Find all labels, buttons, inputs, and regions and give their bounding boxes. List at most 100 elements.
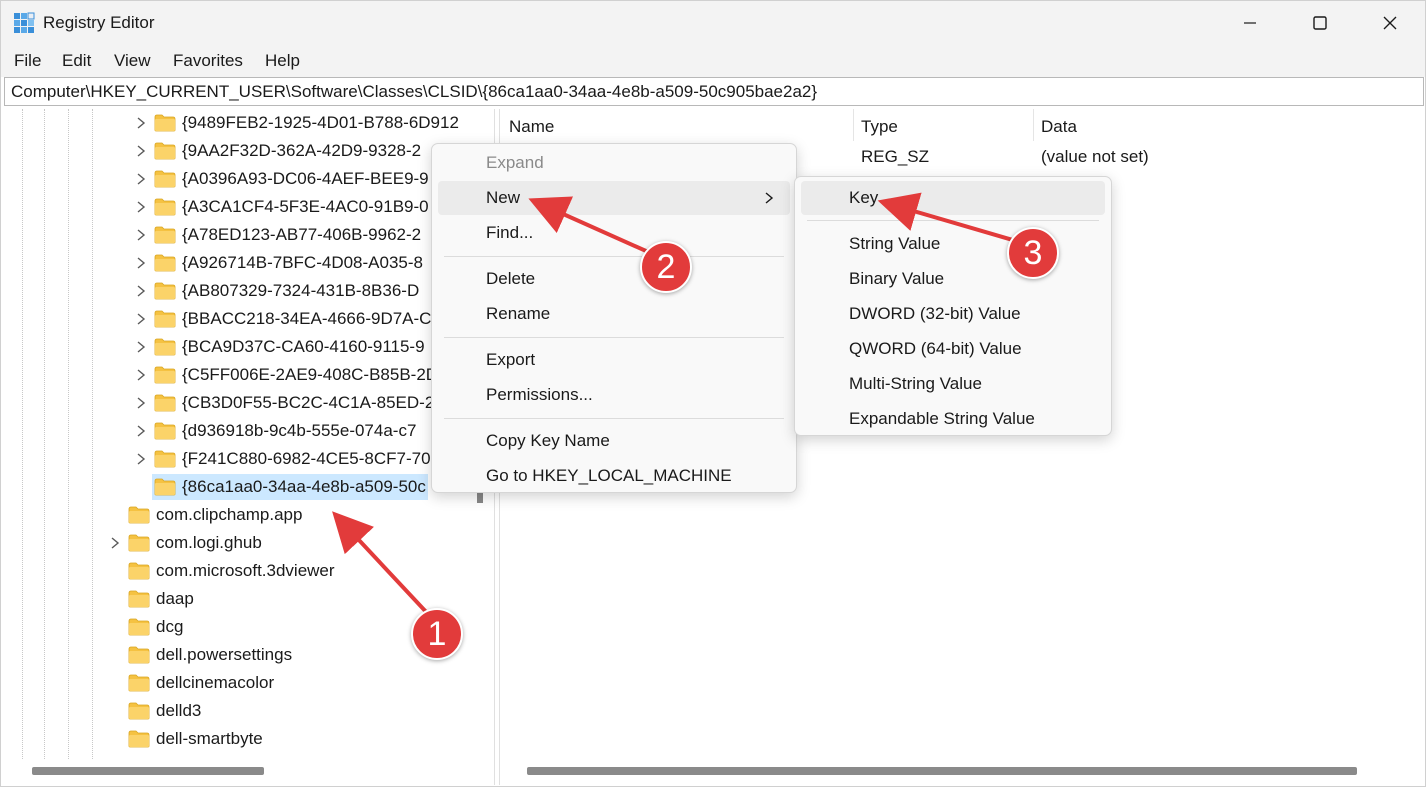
chevron-right-icon[interactable] xyxy=(130,368,152,382)
chevron-right-icon[interactable] xyxy=(130,452,152,466)
chevron-right-icon[interactable] xyxy=(130,144,152,158)
column-divider[interactable] xyxy=(1033,109,1034,141)
tree-item-content[interactable]: dellcinemacolor xyxy=(126,670,276,696)
tree-item[interactable]: {A3CA1CF4-5F3E-4AC0-91B9-0 xyxy=(130,193,431,221)
chevron-right-icon[interactable] xyxy=(130,284,152,298)
column-divider[interactable] xyxy=(853,109,854,141)
column-header-name[interactable]: Name xyxy=(503,115,554,143)
tree-item[interactable]: dellcinemacolor xyxy=(104,669,276,697)
tree-item[interactable]: {CB3D0F55-BC2C-4C1A-85ED-2 xyxy=(130,389,436,417)
tree-item-content[interactable]: {d936918b-9c4b-555e-074a-c7 xyxy=(152,418,418,444)
tree-item-content[interactable]: dell.powersettings xyxy=(126,642,294,668)
tree-item-content[interactable]: {9489FEB2-1925-4D01-B788-6D912 xyxy=(152,110,461,136)
submenu-string-value[interactable]: String Value xyxy=(801,227,1105,261)
tree-item-content[interactable]: {A926714B-7BFC-4D08-A035-8 xyxy=(152,250,425,276)
chevron-right-icon[interactable] xyxy=(130,116,152,130)
tree-item-content[interactable]: {A78ED123-AB77-406B-9962-2 xyxy=(152,222,423,248)
tree-item-content[interactable]: {CB3D0F55-BC2C-4C1A-85ED-2 xyxy=(152,390,436,416)
tree-item[interactable]: {A0396A93-DC06-4AEF-BEE9-9 xyxy=(130,165,431,193)
context-menu-permissions[interactable]: Permissions... xyxy=(438,378,790,412)
chevron-right-icon[interactable] xyxy=(130,340,152,354)
submenu-multistring-value[interactable]: Multi-String Value xyxy=(801,367,1105,401)
tree-item-content[interactable]: {BBACC218-34EA-4666-9D7A-C xyxy=(152,306,433,332)
tree-item[interactable]: dell-smartbyte xyxy=(104,725,265,753)
tree-item-content[interactable]: com.microsoft.3dviewer xyxy=(126,558,337,584)
context-menu-expand[interactable]: Expand xyxy=(438,146,790,180)
submenu-qword-value[interactable]: QWORD (64-bit) Value xyxy=(801,332,1105,366)
tree-item[interactable]: dcg xyxy=(104,613,185,641)
tree-item[interactable]: {BBACC218-34EA-4666-9D7A-C xyxy=(130,305,433,333)
values-horizontal-scroll-thumb[interactable] xyxy=(527,767,1357,775)
tree-item-content[interactable]: com.clipchamp.app xyxy=(126,502,304,528)
context-menu-export[interactable]: Export xyxy=(438,343,790,377)
chevron-right-icon[interactable] xyxy=(104,536,126,550)
tree-item-content[interactable]: {BCA9D37C-CA60-4160-9115-9 xyxy=(152,334,427,360)
tree-item[interactable]: delld3 xyxy=(104,697,203,725)
menu-favorites[interactable]: Favorites xyxy=(173,51,243,71)
tree-item[interactable]: daap xyxy=(104,585,196,613)
tree-item[interactable]: {C5FF006E-2AE9-408C-B85B-2D xyxy=(130,361,440,389)
tree-item-content[interactable]: dell-smartbyte xyxy=(126,726,265,752)
value-data-cell[interactable]: (value not set) xyxy=(1041,147,1149,167)
tree-item-content[interactable]: com.logi.ghub xyxy=(126,530,264,556)
tree-item[interactable]: {AB807329-7324-431B-8B36-D xyxy=(130,277,421,305)
tree-item-label: {AB807329-7324-431B-8B36-D xyxy=(182,281,420,300)
context-menu-find[interactable]: Find... xyxy=(438,216,790,250)
tree-item[interactable]: {A78ED123-AB77-406B-9962-2 xyxy=(130,221,423,249)
submenu-key[interactable]: Key xyxy=(801,181,1105,215)
context-menu-goto-hklm[interactable]: Go to HKEY_LOCAL_MACHINE xyxy=(438,459,790,493)
tree-item-content[interactable]: delld3 xyxy=(126,698,203,724)
tree-item[interactable]: {F241C880-6982-4CE5-8CF7-70 xyxy=(130,445,433,473)
tree-item[interactable]: {A926714B-7BFC-4D08-A035-8 xyxy=(130,249,425,277)
tree-item-label: {A3CA1CF4-5F3E-4AC0-91B9-0 xyxy=(182,197,429,216)
chevron-right-icon[interactable] xyxy=(130,172,152,186)
tree-item-content[interactable]: daap xyxy=(126,586,196,612)
tree-item[interactable]: {86ca1aa0-34aa-4e8b-a509-50c xyxy=(130,473,428,501)
tree-item-content[interactable]: {9AA2F32D-362A-42D9-9328-2 xyxy=(152,138,423,164)
context-menu-new[interactable]: New xyxy=(438,181,790,215)
submenu-dword-value[interactable]: DWORD (32-bit) Value xyxy=(801,297,1105,331)
chevron-right-icon[interactable] xyxy=(130,200,152,214)
tree-item[interactable]: dell.powersettings xyxy=(104,641,294,669)
chevron-right-icon[interactable] xyxy=(130,256,152,270)
tree-item[interactable]: {9AA2F32D-362A-42D9-9328-2 xyxy=(130,137,423,165)
tree-item-content[interactable]: {A0396A93-DC06-4AEF-BEE9-9 xyxy=(152,166,431,192)
tree-item[interactable]: {d936918b-9c4b-555e-074a-c7 xyxy=(130,417,418,445)
context-menu-delete[interactable]: Delete xyxy=(438,262,790,296)
maximize-button[interactable] xyxy=(1285,1,1355,45)
menu-edit[interactable]: Edit xyxy=(62,51,91,71)
tree-item[interactable]: com.clipchamp.app xyxy=(104,501,304,529)
close-button[interactable] xyxy=(1355,1,1425,45)
submenu-expandable-string-value[interactable]: Expandable String Value xyxy=(801,402,1105,436)
context-menu-rename[interactable]: Rename xyxy=(438,297,790,331)
minimize-button[interactable] xyxy=(1215,1,1285,45)
tree-item-content[interactable]: {F241C880-6982-4CE5-8CF7-70 xyxy=(152,446,433,472)
tree-item[interactable]: {9489FEB2-1925-4D01-B788-6D912 xyxy=(130,109,461,137)
menu-file[interactable]: File xyxy=(14,51,41,71)
menu-view[interactable]: View xyxy=(114,51,151,71)
value-type-cell[interactable]: REG_SZ xyxy=(861,147,929,167)
column-header-data[interactable]: Data xyxy=(1035,115,1077,143)
context-menu-copy-key-name[interactable]: Copy Key Name xyxy=(438,424,790,458)
tree-item[interactable]: com.microsoft.3dviewer xyxy=(104,557,337,585)
tree-item-content[interactable]: {A3CA1CF4-5F3E-4AC0-91B9-0 xyxy=(152,194,431,220)
tree-item-content[interactable]: {C5FF006E-2AE9-408C-B85B-2D xyxy=(152,362,440,388)
chevron-right-icon[interactable] xyxy=(130,396,152,410)
tree-horizontal-scroll-thumb[interactable] xyxy=(32,767,264,775)
chevron-right-icon[interactable] xyxy=(130,424,152,438)
menu-separator xyxy=(444,337,784,338)
column-header-type[interactable]: Type xyxy=(855,115,898,143)
tree-item[interactable]: {BCA9D37C-CA60-4160-9115-9 xyxy=(130,333,427,361)
menu-help[interactable]: Help xyxy=(265,51,300,71)
tree-item-content[interactable]: {86ca1aa0-34aa-4e8b-a509-50c xyxy=(152,474,428,500)
tree-item-content[interactable]: {AB807329-7324-431B-8B36-D xyxy=(152,278,421,304)
submenu-binary-value[interactable]: Binary Value xyxy=(801,262,1105,296)
chevron-right-icon[interactable] xyxy=(130,228,152,242)
chevron-right-icon[interactable] xyxy=(130,312,152,326)
address-bar[interactable]: Computer\HKEY_CURRENT_USER\Software\Clas… xyxy=(4,77,1424,106)
tree-item[interactable]: com.logi.ghub xyxy=(104,529,264,557)
context-menu-delete-label: Delete xyxy=(486,269,536,288)
folder-icon xyxy=(154,366,176,384)
tree-item-content[interactable]: dcg xyxy=(126,614,185,640)
key-tree-pane[interactable]: {9489FEB2-1925-4D01-B788-6D912 {9AA2F32D-… xyxy=(4,109,492,785)
